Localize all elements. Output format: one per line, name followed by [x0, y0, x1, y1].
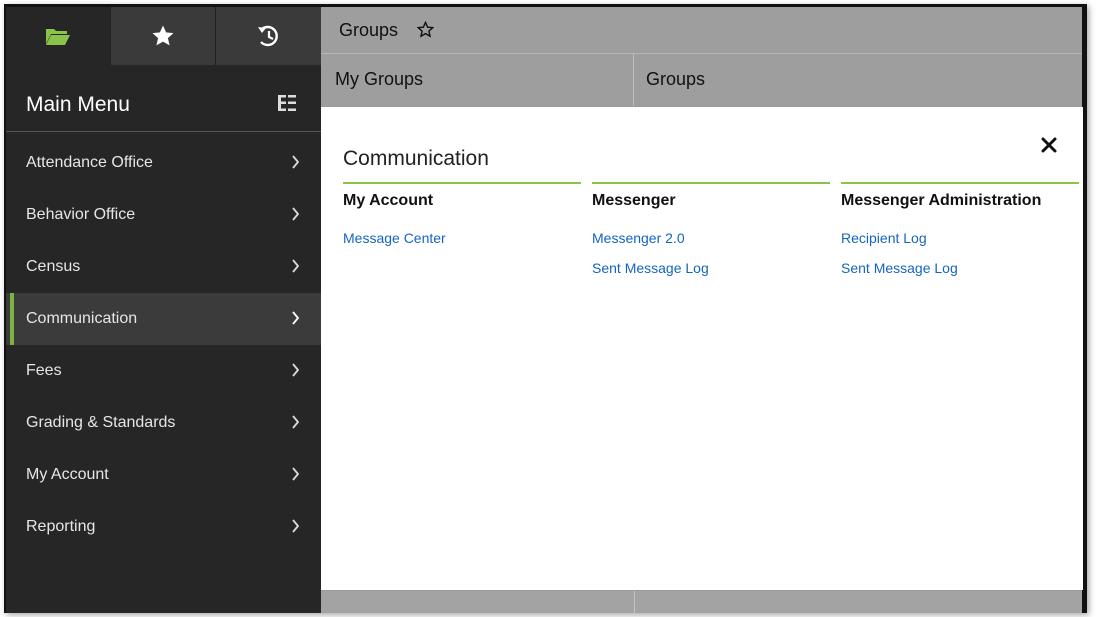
section-links: Message Center — [343, 223, 581, 253]
history-icon — [257, 25, 278, 47]
link-sent-message-log[interactable]: Sent Message Log — [592, 253, 830, 283]
sidebar-item-behavior-office[interactable]: Behavior Office — [6, 189, 321, 241]
chevron-right-icon — [292, 259, 300, 273]
sidebar-item-census[interactable]: Census — [6, 241, 321, 293]
section-heading: Messenger — [592, 192, 676, 209]
section-links: Recipient Log Sent Message Log — [841, 223, 1079, 283]
sidebar-item-label: Attendance Office — [26, 154, 153, 171]
sidebar-item-label: Behavior Office — [26, 206, 136, 223]
tab-history[interactable] — [216, 7, 321, 65]
star-icon — [152, 25, 174, 46]
link-admin-sent-message-log[interactable]: Sent Message Log — [841, 253, 1079, 283]
sidebar-item-reporting[interactable]: Reporting — [6, 501, 321, 553]
chevron-right-icon — [292, 467, 300, 481]
tab-menu[interactable] — [6, 7, 111, 65]
link-messenger-2[interactable]: Messenger 2.0 — [592, 223, 830, 253]
chevron-right-icon — [292, 207, 300, 221]
star-outline-icon[interactable] — [417, 21, 434, 38]
menu-header: Main Menu — [6, 65, 321, 132]
my-groups-header: My Groups — [321, 54, 634, 106]
tab-favorites[interactable] — [111, 7, 216, 65]
section-messenger: Messenger Messenger 2.0 Sent Message Log — [592, 182, 830, 283]
sidebar-item-my-account[interactable]: My Account — [6, 449, 321, 501]
my-groups-label: My Groups — [335, 69, 424, 89]
section-heading: Messenger Administration — [841, 192, 1042, 209]
bottom-strip — [321, 591, 1082, 613]
panel-title: Communication — [343, 147, 489, 170]
groups-header: Groups — [634, 54, 1082, 106]
section-my-account: My Account Message Center — [343, 182, 581, 253]
sidebar-item-attendance-office[interactable]: Attendance Office — [6, 137, 321, 189]
section-heading: My Account — [343, 192, 434, 209]
link-message-center[interactable]: Message Center — [343, 223, 581, 253]
chevron-right-icon — [292, 415, 300, 429]
chevron-right-icon — [292, 363, 300, 377]
page-title: Groups — [339, 20, 399, 40]
section-rule — [343, 182, 581, 184]
tree-menu-icon[interactable] — [278, 95, 296, 111]
sidebar-item-label: Reporting — [26, 518, 96, 535]
sidebar: Main Menu Attendance Office Behavior Off… — [6, 7, 321, 613]
sidebar-item-label: Grading & Standards — [26, 414, 176, 431]
communication-flyout-panel: Communication My Account Message Center … — [321, 107, 1083, 590]
section-messenger-administration: Messenger Administration Recipient Log S… — [841, 182, 1079, 283]
sidebar-item-label: My Account — [26, 466, 109, 483]
close-icon[interactable] — [1037, 133, 1061, 157]
section-rule — [592, 182, 830, 184]
menu-title: Main Menu — [26, 93, 130, 116]
section-links: Messenger 2.0 Sent Message Log — [592, 223, 830, 283]
folder-open-icon — [46, 29, 70, 45]
sidebar-item-label: Communication — [26, 310, 138, 327]
page-header: Groups — [321, 7, 1082, 54]
chevron-right-icon — [292, 155, 300, 169]
main-menu-list: Attendance Office Behavior Office Census… — [6, 137, 321, 553]
groups-label: Groups — [646, 69, 706, 89]
sidebar-icon-tabs — [6, 7, 321, 65]
sidebar-item-grading-standards[interactable]: Grading & Standards — [6, 397, 321, 449]
link-recipient-log[interactable]: Recipient Log — [841, 223, 1079, 253]
sidebar-item-fees[interactable]: Fees — [6, 345, 321, 397]
chevron-right-icon — [292, 311, 300, 325]
chevron-right-icon — [292, 519, 300, 533]
sidebar-item-communication[interactable]: Communication — [6, 293, 321, 345]
sidebar-item-label: Fees — [26, 362, 62, 379]
sidebar-item-label: Census — [26, 258, 81, 275]
column-divider — [634, 591, 635, 613]
section-rule — [841, 182, 1079, 184]
